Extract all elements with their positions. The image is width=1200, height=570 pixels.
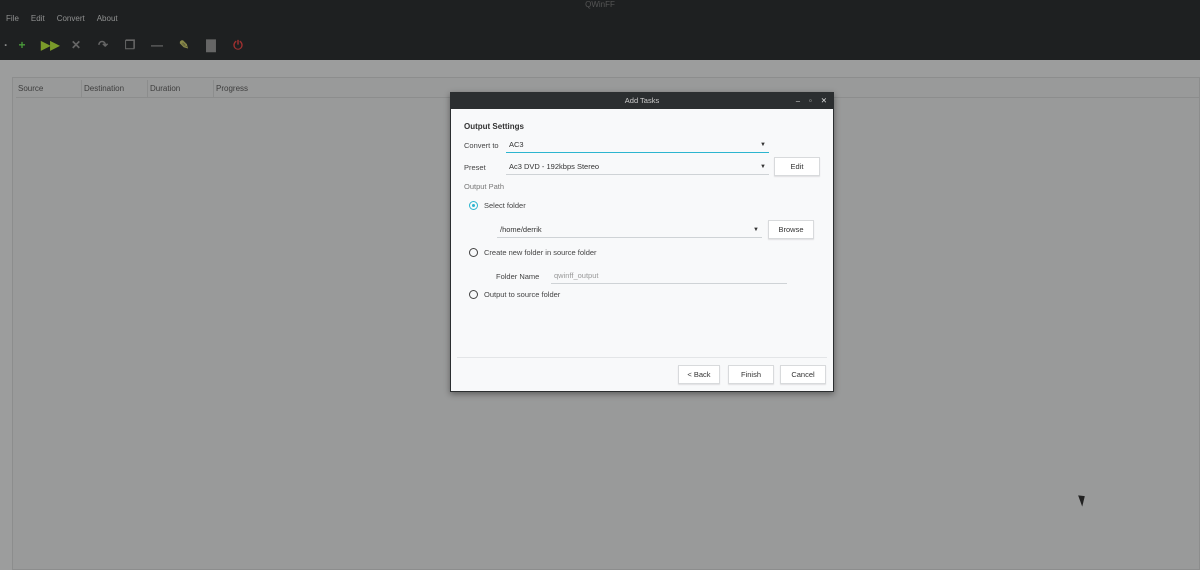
start-icon[interactable]: ▶▶	[41, 37, 59, 53]
chevron-down-icon: ▼	[760, 141, 766, 148]
new-folder-label: Create new folder in source folder	[484, 248, 597, 257]
browse-button[interactable]: Browse	[768, 220, 814, 239]
column-source[interactable]: Source	[16, 80, 82, 97]
menu-bar: File Edit Convert About	[6, 14, 118, 23]
new-folder-radio[interactable]: Create new folder in source folder	[469, 248, 597, 257]
column-duration[interactable]: Duration	[148, 80, 214, 97]
preset-value: Ac3 DVD - 192kbps Stereo	[509, 162, 600, 171]
edit-button[interactable]: Edit	[774, 157, 820, 176]
remove-icon[interactable]: —	[149, 37, 165, 53]
select-folder-label: Select folder	[484, 201, 526, 210]
column-progress[interactable]: Progress	[214, 80, 280, 97]
menu-file[interactable]: File	[6, 14, 19, 23]
convert-value: AC3	[509, 140, 524, 149]
menu-convert[interactable]: Convert	[57, 14, 85, 23]
chevron-down-icon: ▼	[760, 163, 766, 170]
source-folder-radio[interactable]: Output to source folder	[469, 290, 560, 299]
menu-edit[interactable]: Edit	[31, 14, 45, 23]
select-folder-radio[interactable]: Select folder	[469, 201, 526, 210]
close-icon[interactable]: ✕	[821, 93, 827, 109]
power-icon[interactable]: ⏻	[230, 37, 246, 53]
stop-icon[interactable]: ✕	[68, 37, 84, 53]
back-button[interactable]: < Back	[678, 365, 720, 384]
finish-button[interactable]: Finish	[728, 365, 774, 384]
clipboard-icon[interactable]: ▇	[203, 37, 219, 53]
minimize-icon[interactable]: –	[796, 93, 800, 109]
menu-about[interactable]: About	[97, 14, 118, 23]
section-title: Output Settings	[464, 122, 524, 131]
add-icon[interactable]: +	[14, 37, 30, 53]
redo-icon[interactable]: ↷	[95, 37, 111, 53]
folder-value: /home/derrik	[500, 225, 542, 234]
maximize-icon[interactable]: ▫	[809, 93, 812, 109]
radio-checked-icon	[469, 201, 478, 210]
convert-label: Convert to	[464, 140, 499, 150]
window-title: QWinFF	[585, 0, 615, 9]
column-destination[interactable]: Destination	[82, 80, 148, 97]
main-window-header: QWinFF File Edit Convert About · + ▶▶ ✕ ↷ ❐ — ✎…	[0, 0, 1200, 60]
dialog-title: Add Tasks	[624, 96, 660, 105]
divider	[457, 357, 827, 358]
cancel-button[interactable]: Cancel	[780, 365, 826, 384]
output-path-label: Output Path	[464, 182, 505, 191]
clear-icon[interactable]: ✎	[176, 37, 192, 53]
toolbar-grip-icon: ·	[4, 38, 8, 52]
dialog-titlebar: Add Tasks – ▫ ✕	[451, 93, 833, 109]
folder-name-input[interactable]: qwinff_output	[551, 268, 787, 284]
add-tasks-dialog: Add Tasks – ▫ ✕ Output Settings Convert …	[450, 92, 834, 392]
toolbar: · + ▶▶ ✕ ↷ ❐ — ✎ ▇ ⏻	[4, 37, 257, 53]
chevron-down-icon: ▼	[753, 226, 759, 233]
source-folder-label: Output to source folder	[484, 290, 561, 299]
preset-select[interactable]: Ac3 DVD - 192kbps Stereo ▼	[506, 159, 769, 175]
preset-label: Preset	[464, 162, 486, 172]
radio-unchecked-icon	[469, 290, 478, 299]
radio-unchecked-icon	[469, 248, 478, 257]
folder-select[interactable]: /home/derrik ▼	[497, 222, 762, 238]
convert-to-select[interactable]: AC3 ▼	[506, 137, 769, 153]
folder-name-label: Folder Name	[496, 271, 540, 281]
copy-icon[interactable]: ❐	[122, 37, 138, 53]
